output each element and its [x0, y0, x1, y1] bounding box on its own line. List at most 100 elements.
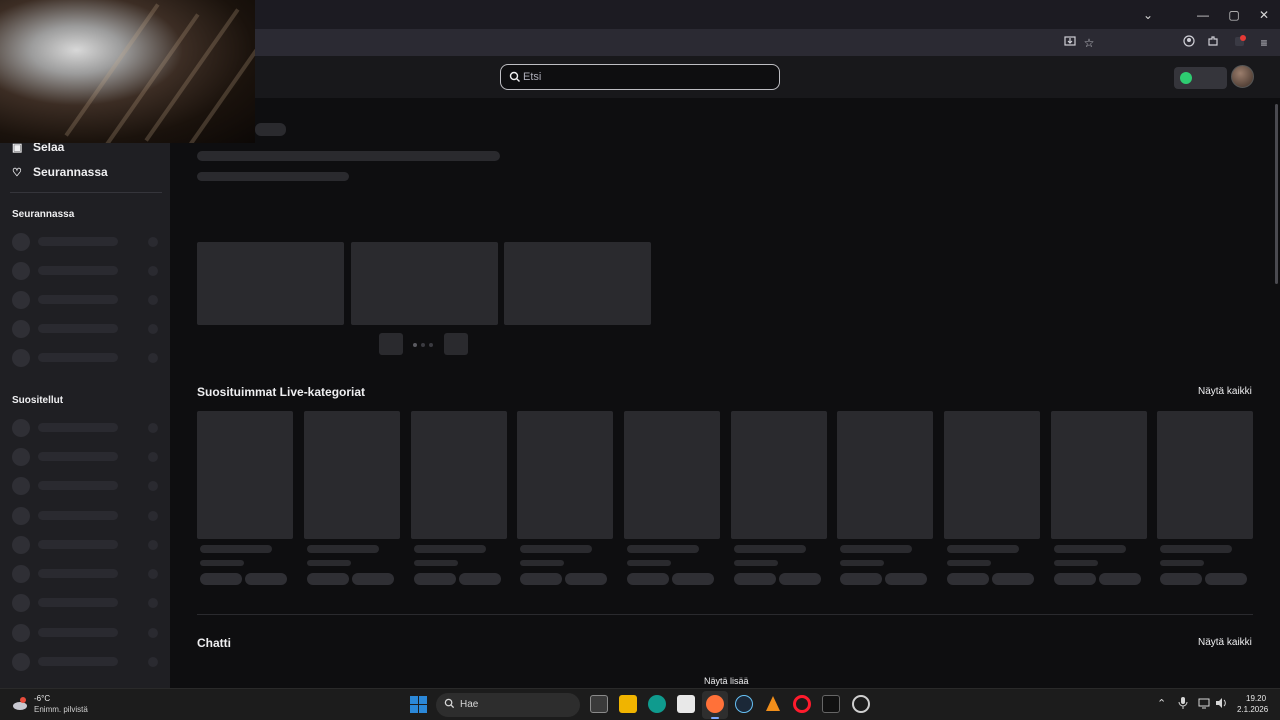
list-item — [12, 507, 162, 525]
category-card[interactable] — [1157, 411, 1253, 539]
category-card[interactable] — [197, 411, 293, 539]
vlc-icon[interactable] — [764, 695, 782, 713]
header-skeleton — [197, 172, 349, 181]
file-explorer-icon[interactable] — [619, 695, 637, 713]
category-viewers-skeleton — [840, 560, 884, 566]
category-tag-skeleton — [885, 573, 927, 585]
list-item — [12, 320, 162, 338]
category-card[interactable] — [944, 411, 1040, 539]
list-item — [12, 536, 162, 554]
weather-icon[interactable] — [11, 695, 29, 713]
category-title-skeleton — [1160, 545, 1232, 553]
carousel-dot[interactable] — [429, 343, 433, 347]
carousel-card[interactable] — [504, 242, 651, 325]
chat-section-title: Chatti — [197, 636, 231, 650]
category-viewers-skeleton — [200, 560, 244, 566]
category-viewers-skeleton — [414, 560, 458, 566]
active-indicator — [711, 717, 719, 719]
top-categories-show-all-link[interactable]: Näytä kaikki — [1198, 386, 1252, 397]
sidebar: ▣ Selaa ♡ Seurannassa Seurannassa Suositel… — [0, 98, 170, 688]
clock-time: 19.20 — [1246, 694, 1267, 703]
category-card[interactable] — [837, 411, 933, 539]
sidebar-divider — [10, 192, 162, 193]
maximize-button[interactable]: ▢ — [1223, 6, 1245, 24]
search-input[interactable] — [523, 69, 763, 85]
category-viewers-skeleton — [734, 560, 778, 566]
account-icon[interactable] — [1180, 34, 1198, 52]
category-tag-skeleton — [627, 573, 669, 585]
avatar[interactable] — [1231, 65, 1254, 88]
heart-icon: ♡ — [12, 167, 22, 179]
store-icon[interactable] — [677, 695, 695, 713]
list-item — [12, 349, 162, 367]
weather-description: Enimm. pilvistä — [34, 705, 88, 714]
category-tag-skeleton — [1160, 573, 1202, 585]
steam-icon[interactable] — [735, 695, 753, 713]
microphone-icon[interactable] — [1178, 697, 1188, 712]
carousel-card[interactable] — [351, 242, 498, 325]
list-tabs-button[interactable]: ⌄ — [1137, 6, 1159, 24]
taskbar-search-label: Hae — [460, 699, 479, 710]
carousel-next-button[interactable] — [444, 333, 468, 355]
network-icon[interactable] — [1198, 697, 1210, 712]
install-app-icon[interactable] — [1061, 34, 1079, 52]
category-viewers-skeleton — [1054, 560, 1098, 566]
extensions-icon[interactable] — [1204, 34, 1222, 52]
category-card[interactable] — [731, 411, 827, 539]
category-tag-skeleton — [565, 573, 607, 585]
category-tag-skeleton — [1205, 573, 1247, 585]
header-skeleton — [255, 123, 286, 136]
app-icon[interactable] — [852, 695, 870, 713]
webcam-overlay — [0, 0, 255, 143]
opera-icon[interactable] — [793, 695, 811, 713]
sidebar-item-following[interactable]: ♡ Seurannassa — [12, 165, 108, 181]
category-card[interactable] — [1051, 411, 1147, 539]
category-card[interactable] — [304, 411, 400, 539]
category-viewers-skeleton — [520, 560, 564, 566]
carousel-dot[interactable] — [421, 343, 425, 347]
category-card[interactable] — [624, 411, 720, 539]
show-more-link[interactable]: Näytä lisää — [704, 676, 749, 686]
category-title-skeleton — [840, 545, 912, 553]
list-item — [12, 233, 162, 251]
windows-start-icon[interactable] — [410, 696, 427, 713]
minimize-button[interactable]: — — [1192, 6, 1214, 24]
chat-show-all-link[interactable]: Näytä kaikki — [1198, 637, 1252, 648]
list-item — [12, 477, 162, 495]
carousel-prev-button[interactable] — [379, 333, 403, 355]
clock-date: 2.1.2026 — [1237, 705, 1269, 714]
prime-icon — [1180, 72, 1192, 84]
category-card[interactable] — [411, 411, 507, 539]
volume-icon[interactable] — [1215, 697, 1227, 712]
terminal-icon[interactable] — [822, 695, 840, 713]
menu-icon[interactable]: ≡ — [1255, 34, 1273, 52]
category-tag-skeleton — [672, 573, 714, 585]
bookmark-star-icon[interactable]: ☆ — [1080, 34, 1098, 52]
category-tag-skeleton — [245, 573, 287, 585]
sidebar-item-label: Seurannassa — [33, 165, 108, 179]
tray-overflow-icon[interactable]: ⌃ — [1157, 697, 1166, 710]
taskbar-search[interactable]: Hae — [436, 693, 580, 717]
firefox-icon[interactable] — [706, 695, 724, 713]
scrollbar[interactable] — [1275, 104, 1278, 284]
extension-badge-icon[interactable] — [1231, 34, 1249, 52]
carousel-dot[interactable] — [413, 343, 417, 347]
category-tag-skeleton — [1099, 573, 1141, 585]
carousel-card[interactable] — [197, 242, 344, 325]
category-tag-skeleton — [992, 573, 1034, 585]
edge-icon[interactable] — [648, 695, 666, 713]
following-section-title: Seurannassa — [12, 209, 75, 220]
prime-button[interactable] — [1174, 67, 1227, 89]
close-button[interactable]: ✕ — [1253, 6, 1275, 24]
task-view-icon[interactable] — [590, 695, 608, 713]
category-tag-skeleton — [307, 573, 349, 585]
search-icon — [444, 698, 455, 712]
category-tag-skeleton — [734, 573, 776, 585]
category-tag-skeleton — [779, 573, 821, 585]
category-title-skeleton — [627, 545, 699, 553]
category-card[interactable] — [517, 411, 613, 539]
recommended-section-title: Suositellut — [12, 395, 64, 406]
search-box[interactable] — [500, 64, 780, 90]
windows-taskbar: -6°C Enimm. pilvistä Hae ⌃ 19.20 2.1.202… — [0, 688, 1280, 720]
category-title-skeleton — [414, 545, 486, 553]
